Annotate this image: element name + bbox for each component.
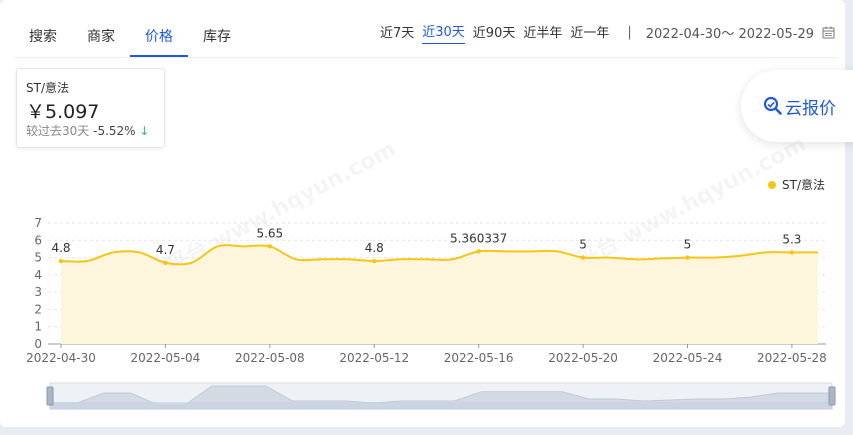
price-panel: 搜索 商家 价格 库存 近7天 近30天 近90天 近半年 近一年 | 2022… [0, 0, 853, 427]
data-point [685, 255, 690, 260]
data-point [476, 249, 481, 254]
x-tick-label: 2022-05-04 [131, 351, 201, 365]
zoom-handle-left[interactable] [46, 386, 54, 406]
data-label: 5 [684, 238, 692, 252]
data-point [372, 258, 377, 264]
x-tick-label: 2022-05-20 [548, 351, 618, 365]
zoom-handle-right[interactable] [828, 386, 836, 406]
data-label: 5.360337 [450, 231, 507, 245]
data-point [580, 255, 586, 260]
y-tick-label: 4 [34, 268, 42, 282]
data-label: 4.8 [51, 241, 70, 255]
x-tick-label: 2022-05-16 [444, 351, 514, 365]
x-tick-label: 2022-05-28 [757, 351, 827, 365]
y-tick-label: 3 [34, 285, 42, 299]
y-tick-label: 6 [34, 233, 42, 247]
data-label: 4.8 [365, 241, 384, 255]
y-tick-label: 0 [34, 337, 42, 351]
y-tick-label: 7 [34, 216, 42, 230]
data-label: 5 [579, 238, 587, 252]
x-tick-label: 2022-05-24 [653, 351, 723, 365]
zoom-slider-selected [50, 402, 832, 409]
y-tick-label: 1 [34, 320, 42, 334]
x-tick-label: 2022-05-08 [235, 351, 305, 365]
y-tick-label: 2 [34, 302, 42, 316]
data-label: 5.65 [256, 226, 283, 240]
x-tick-label: 2022-04-30 [26, 351, 96, 365]
y-tick-label: 5 [34, 251, 42, 265]
data-label: 5.3 [782, 232, 801, 246]
data-point [789, 250, 795, 255]
price-line-chart: 0 1 2 3 4 5 6 7 2022-04-30 2022-05-04 2022-05-08 20… [26, 216, 836, 410]
data-point [267, 244, 273, 249]
x-tick-label: 2022-05-12 [339, 351, 409, 365]
data-point [58, 258, 64, 264]
data-label: 4.7 [156, 243, 175, 257]
data-point [163, 260, 168, 265]
